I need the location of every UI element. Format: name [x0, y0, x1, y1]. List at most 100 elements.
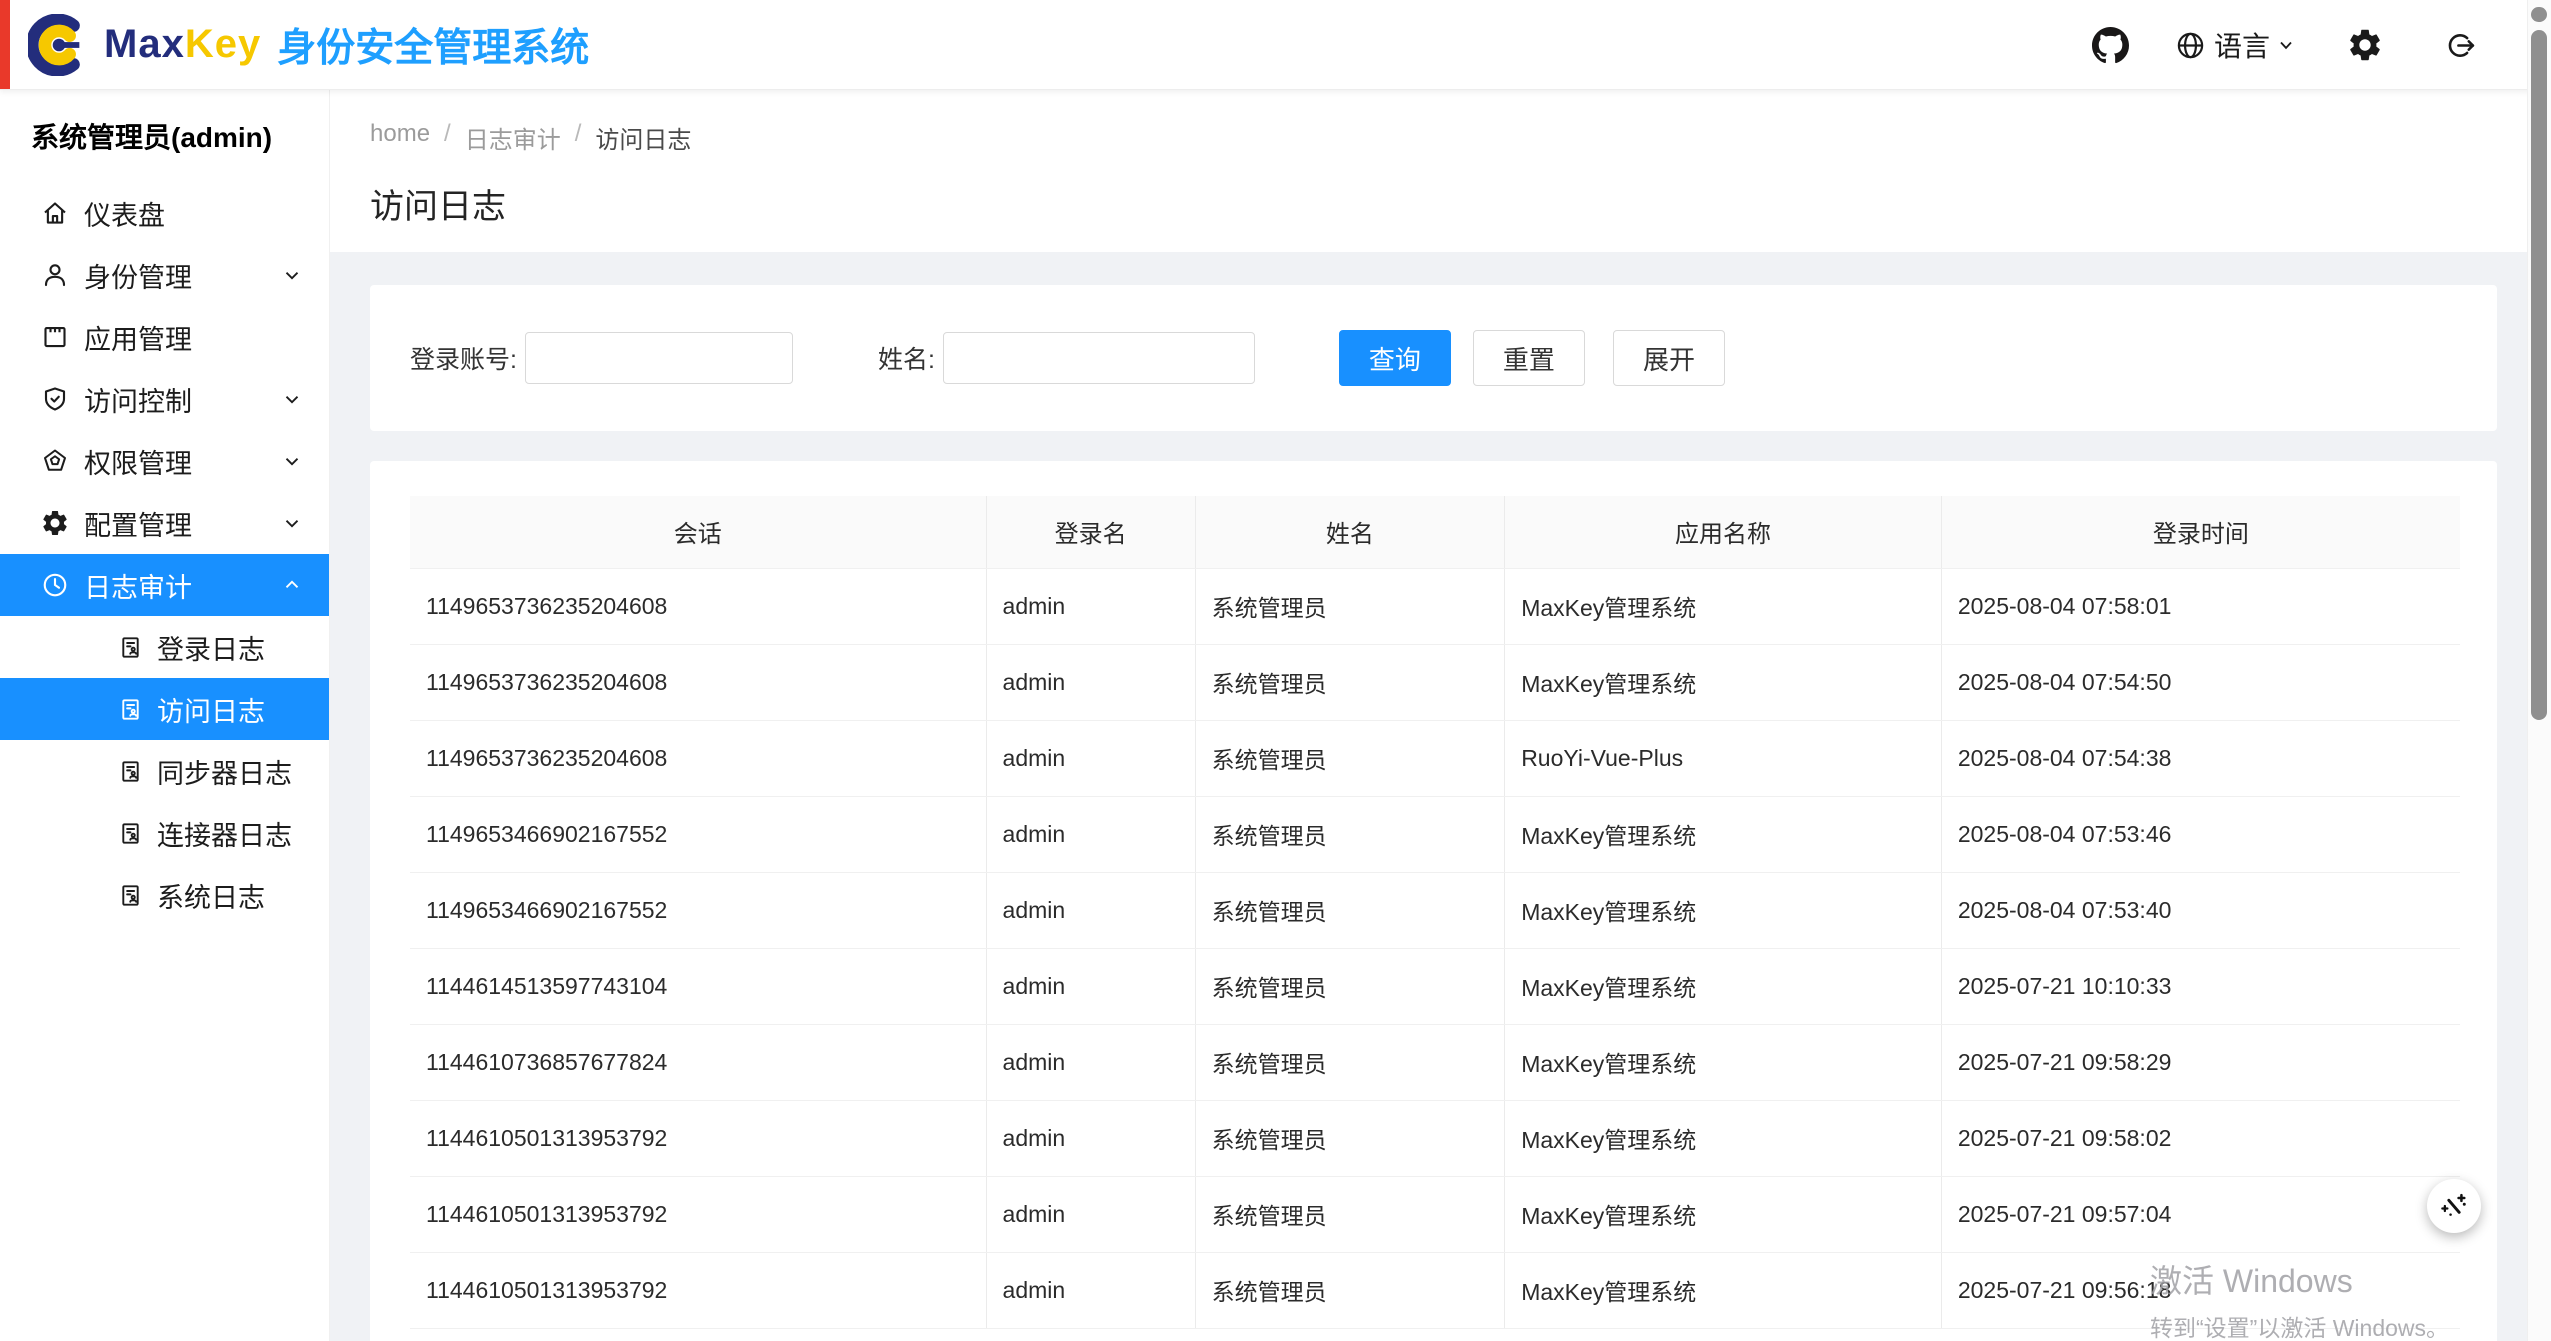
- table-header-row: 会话 登录名 姓名 应用名称 登录时间: [410, 496, 2460, 569]
- table-row: 1149653736235204608 admin 系统管理员 RuoYi-Vu…: [410, 720, 2460, 797]
- cell-app-name: MaxKey管理系统: [1504, 1176, 1942, 1253]
- search-panel: 登录账号: 姓名: 查询 重置 展开: [370, 285, 2497, 431]
- magic-wand-button[interactable]: [2427, 1179, 2481, 1233]
- log-document-icon: [117, 696, 144, 723]
- shield-check-icon: [40, 384, 70, 414]
- breadcrumb-separator: /: [444, 120, 451, 147]
- sidebar-item-system-log[interactable]: 系统日志: [0, 864, 329, 926]
- magic-wand-icon: [2438, 1190, 2470, 1222]
- github-icon[interactable]: [2091, 26, 2129, 64]
- cell-login-name: admin: [986, 872, 1196, 949]
- maxkey-logo-icon: [28, 13, 90, 76]
- cell-session: 1149653466902167552: [410, 796, 987, 873]
- breadcrumb-log-audit[interactable]: 日志审计: [465, 120, 561, 155]
- settings-icon[interactable]: [2346, 26, 2384, 64]
- cell-app-name: MaxKey管理系统: [1504, 1100, 1942, 1177]
- page-title: 访问日志: [370, 188, 506, 226]
- sidebar-item-access-log[interactable]: 访问日志: [0, 678, 329, 740]
- sidebar-menu: 仪表盘 身份管理 应用管理 访问控制 权限管理 配置管理 日志审计 登录日志 访…: [0, 182, 329, 926]
- cell-name: 系统管理员: [1195, 1024, 1506, 1101]
- windows-activation-watermark: 激活 Windows 转到“设置”以激活 Windows。: [2150, 1256, 2449, 1341]
- sidebar-item-label: 配置管理: [84, 510, 192, 541]
- sidebar-item-configuration[interactable]: 配置管理: [0, 492, 329, 554]
- sidebar-item-synchronizer-log[interactable]: 同步器日志: [0, 740, 329, 802]
- watermark-line2: 转到“设置”以激活 Windows。: [2150, 1315, 2450, 1341]
- cell-login-name: admin: [986, 796, 1196, 873]
- cell-name: 系统管理员: [1195, 1100, 1506, 1177]
- chevron-down-icon: [281, 450, 303, 472]
- cell-session: 1149653466902167552: [410, 872, 987, 949]
- cell-login-time: 2025-07-21 09:57:04: [1941, 1176, 2460, 1253]
- cell-login-time: 2025-07-21 10:10:33: [1941, 948, 2460, 1025]
- breadcrumb-home[interactable]: home: [370, 120, 430, 155]
- sidebar-item-identity[interactable]: 身份管理: [0, 244, 329, 306]
- sidebar-item-permissions[interactable]: 权限管理: [0, 430, 329, 492]
- sidebar: 系统管理员(admin) 仪表盘 身份管理 应用管理 访问控制 权限管理 配置管…: [0, 90, 330, 1341]
- left-red-strip: [0, 0, 10, 89]
- watermark-line1: 激活 Windows: [2150, 1263, 2353, 1299]
- cell-login-name: admin: [986, 644, 1196, 721]
- cell-login-time: 2025-08-04 07:54:38: [1941, 720, 2460, 797]
- cell-session: 1149653736235204608: [410, 568, 987, 645]
- clock-icon: [40, 570, 70, 600]
- cell-login-time: 2025-07-21 09:58:02: [1941, 1100, 2460, 1177]
- table-row: 1149653736235204608 admin 系统管理员 MaxKey管理…: [410, 568, 2460, 645]
- scrollbar-thumb[interactable]: [2531, 30, 2547, 720]
- language-label: 语言: [2213, 31, 2270, 62]
- cell-app-name: RuoYi-Vue-Plus: [1504, 720, 1942, 797]
- table-row: 1144610501313953792 admin 系统管理员 MaxKey管理…: [410, 1100, 2460, 1177]
- cell-login-time: 2025-08-04 07:58:01: [1941, 568, 2460, 645]
- cell-login-name: admin: [986, 1252, 1196, 1329]
- cell-session: 1144614513597743104: [410, 948, 987, 1025]
- pentagon-icon: [40, 446, 70, 476]
- table-row: 1149653466902167552 admin 系统管理员 MaxKey管理…: [410, 796, 2460, 873]
- sidebar-item-label: 应用管理: [84, 324, 192, 355]
- log-document-icon: [117, 758, 144, 785]
- breadcrumb: home / 日志审计 / 访问日志: [330, 90, 2527, 155]
- brand-name: MaxKey: [104, 22, 261, 67]
- cell-app-name: MaxKey管理系统: [1504, 1252, 1942, 1329]
- cell-login-name: admin: [986, 568, 1196, 645]
- login-account-input[interactable]: [524, 332, 793, 384]
- cell-session: 1144610736857677824: [410, 1024, 987, 1101]
- cell-name: 系统管理员: [1195, 948, 1506, 1025]
- breadcrumb-current: 访问日志: [595, 127, 692, 154]
- app-header: MaxKey 身份安全管理系统 语言: [0, 0, 2551, 90]
- sidebar-item-log-audit[interactable]: 日志审计: [0, 554, 329, 616]
- scrollbar-track: [2527, 0, 2551, 1341]
- query-button[interactable]: 查询: [1338, 330, 1451, 386]
- logout-icon[interactable]: [2444, 29, 2477, 62]
- col-name: 姓名: [1195, 496, 1506, 569]
- cell-name: 系统管理员: [1195, 644, 1506, 721]
- cell-app-name: MaxKey管理系统: [1504, 1024, 1942, 1101]
- cell-name: 系统管理员: [1195, 1176, 1506, 1253]
- sidebar-item-applications[interactable]: 应用管理: [0, 306, 329, 368]
- sidebar-item-login-log[interactable]: 登录日志: [0, 616, 329, 678]
- content-area: 登录账号: 姓名: 查询 重置 展开 会话 登录名 姓名 应用名称 登录时间 1…: [330, 252, 2527, 1341]
- reset-button[interactable]: 重置: [1472, 330, 1585, 386]
- sidebar-item-access-control[interactable]: 访问控制: [0, 368, 329, 430]
- cell-name: 系统管理员: [1195, 796, 1506, 873]
- cell-app-name: MaxKey管理系统: [1504, 644, 1942, 721]
- page-head: home / 日志审计 / 访问日志 访问日志: [330, 90, 2527, 252]
- sidebar-item-dashboard[interactable]: 仪表盘: [0, 182, 329, 244]
- expand-button[interactable]: 展开: [1612, 330, 1725, 386]
- sidebar-item-label: 仪表盘: [84, 200, 165, 231]
- language-selector[interactable]: 语言: [2175, 25, 2296, 65]
- sidebar-item-label: 系统日志: [157, 882, 265, 913]
- table-row: 1149653736235204608 admin 系统管理员 MaxKey管理…: [410, 644, 2460, 721]
- brand-logo: MaxKey 身份安全管理系统: [28, 13, 589, 76]
- name-label: 姓名:: [877, 346, 935, 374]
- sidebar-item-connector-log[interactable]: 连接器日志: [0, 802, 329, 864]
- cell-app-name: MaxKey管理系统: [1504, 948, 1942, 1025]
- home-icon: [40, 198, 70, 228]
- cell-login-name: admin: [986, 720, 1196, 797]
- globe-icon: [2175, 30, 2206, 61]
- log-document-icon: [117, 634, 144, 661]
- main-content: home / 日志审计 / 访问日志 访问日志 登录账号: 姓名: 查询 重置 …: [330, 90, 2527, 1341]
- name-input[interactable]: [942, 332, 1255, 384]
- table-row: 1144610501313953792 admin 系统管理员 MaxKey管理…: [410, 1176, 2460, 1253]
- sidebar-item-label: 访问日志: [157, 696, 265, 727]
- cell-login-time: 2025-07-21 09:58:29: [1941, 1024, 2460, 1101]
- table-row: 1144614513597743104 admin 系统管理员 MaxKey管理…: [410, 948, 2460, 1025]
